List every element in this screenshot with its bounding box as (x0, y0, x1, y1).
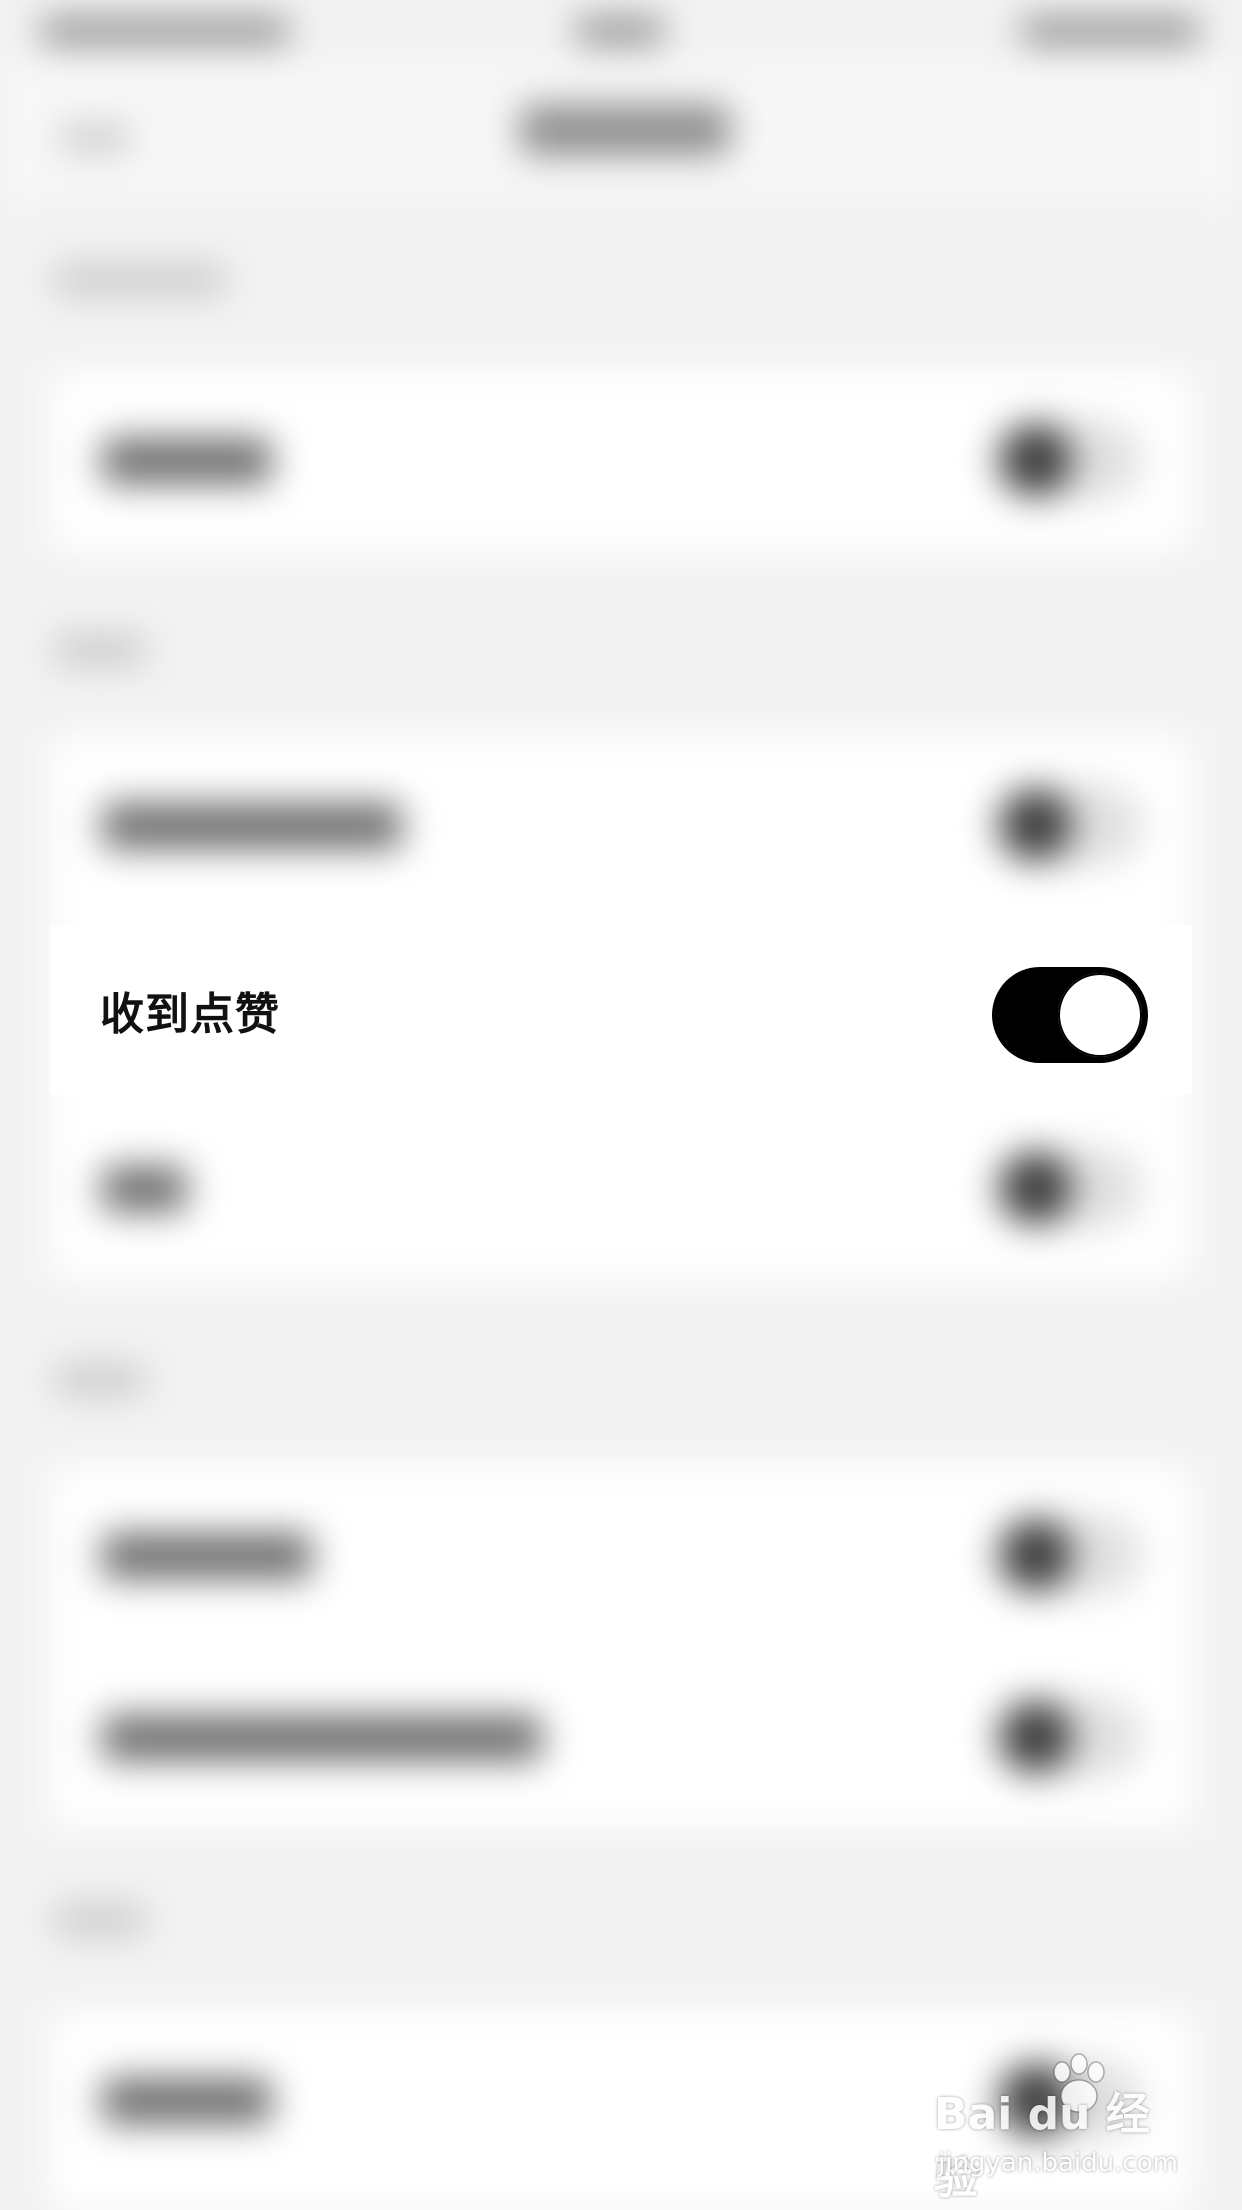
toggle-switch[interactable] (992, 420, 1142, 500)
watermark-url: jingyan.baidu.com (938, 2148, 1178, 2178)
row-label (102, 2078, 272, 2124)
toggle-knob (1058, 973, 1142, 1057)
watermark-brand: Bai du 经验 (934, 2089, 1150, 2204)
status-carrier (40, 18, 290, 44)
toggle-switch[interactable] (992, 785, 1142, 865)
baidu-jingyan-watermark: Bai du 经验 jingyan.baidu.com (934, 2053, 1178, 2204)
toggle-switch[interactable] (992, 1148, 1142, 1228)
toggle-switch[interactable] (992, 1515, 1142, 1595)
settings-row[interactable] (50, 735, 1192, 917)
settings-row[interactable] (50, 1465, 1192, 1647)
settings-row[interactable] (50, 1647, 1192, 1829)
row-label (102, 803, 402, 849)
received-likes-label: 收到点赞 (100, 989, 280, 1040)
row-label (102, 438, 272, 484)
received-likes-toggle[interactable] (992, 967, 1148, 1063)
row-label (102, 1166, 187, 1212)
navigation-bar (0, 60, 1242, 200)
settings-row[interactable] (50, 370, 1192, 552)
settings-card (50, 370, 1192, 552)
status-bar (0, 0, 1242, 60)
blurred-settings-page (0, 0, 1242, 2210)
settings-row[interactable] (50, 1098, 1192, 1280)
status-time (575, 18, 665, 44)
page-title (520, 105, 730, 155)
row-label (102, 1715, 542, 1761)
section-header (55, 265, 225, 295)
settings-card (50, 1465, 1192, 1829)
section-header (55, 635, 145, 665)
section-header (55, 1905, 145, 1935)
status-battery (1020, 18, 1200, 44)
settings-row-received-likes[interactable]: 收到点赞 (50, 925, 1192, 1095)
section-header (55, 1365, 145, 1395)
row-label (102, 1533, 312, 1579)
back-button[interactable] (60, 125, 130, 151)
toggle-switch[interactable] (992, 1697, 1142, 1777)
